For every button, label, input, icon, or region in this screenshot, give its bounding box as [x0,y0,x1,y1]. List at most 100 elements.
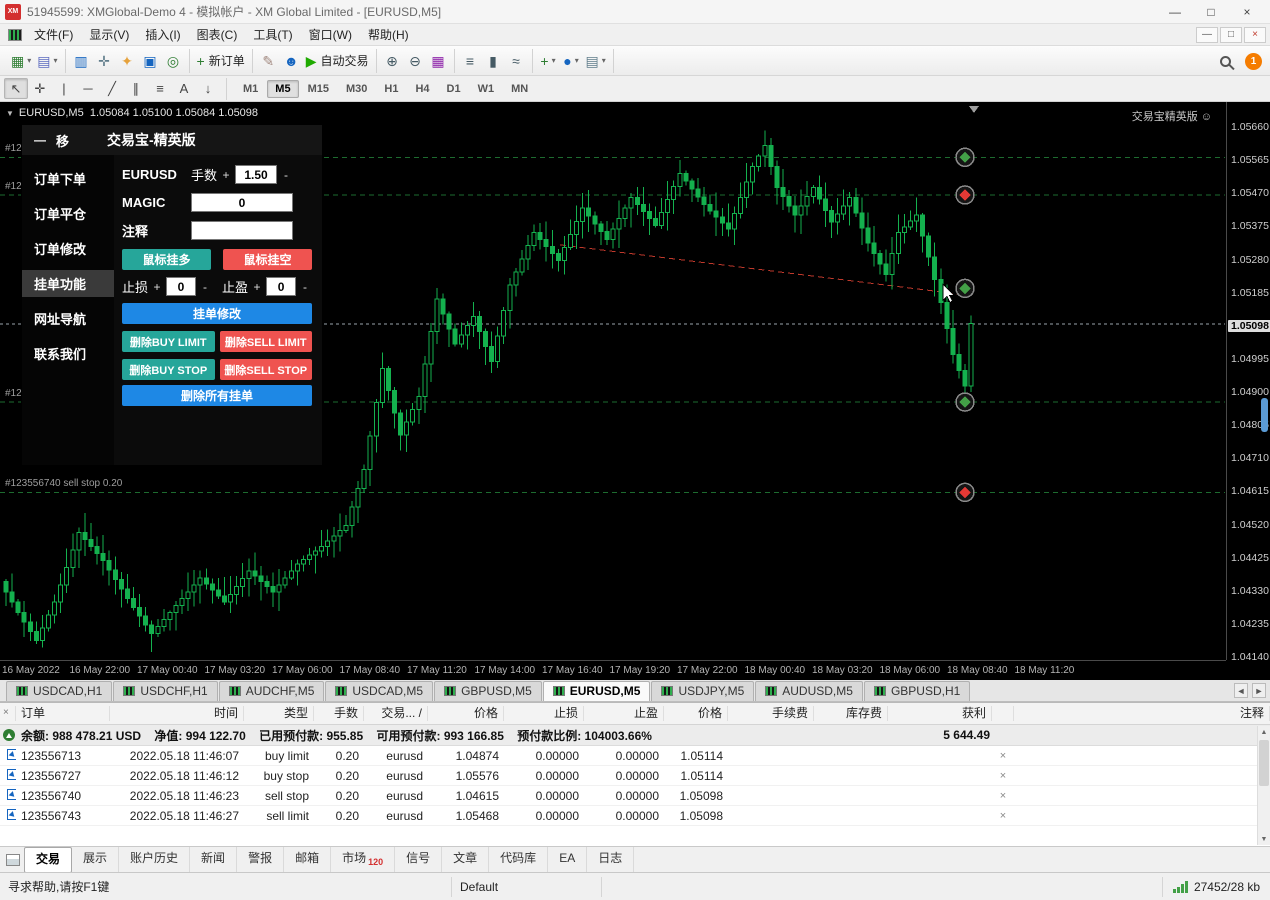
takeprofit-input[interactable] [266,277,296,296]
scroll-down-icon[interactable]: ▼ [1258,833,1270,845]
scroll-up-icon[interactable]: ▲ [1258,726,1270,738]
terminal-tab-7[interactable]: 信号 [395,847,442,873]
panel-menu-item-5[interactable]: 联系我们 [22,340,114,367]
terminal-column-header[interactable]: 手数 [314,706,364,721]
menubar-item-1[interactable]: 显示(V) [81,24,137,45]
terminal-close-button[interactable]: × [3,707,9,718]
terminal-column-header[interactable]: 订单 [16,706,110,721]
timeframe-w1-button[interactable]: W1 [470,80,503,98]
channel-icon[interactable]: ∥ [124,78,148,99]
text-icon[interactable]: A [172,78,196,99]
terminal-column-header[interactable]: 交易... / [364,706,428,721]
mdi-restore-button[interactable]: □ [1220,27,1242,43]
delete-sell-stop-button[interactable]: 删除SELL STOP [220,359,313,380]
price-scale[interactable]: 1.056601.055651.054701.053751.052801.051… [1226,102,1270,660]
panel-move-handle[interactable]: 移 [56,131,69,150]
zoom-out-button[interactable]: ⊖ [404,49,427,72]
templates-button[interactable]: ▤▾ [583,49,609,72]
terminal-column-header[interactable]: 止损 [504,706,584,721]
lots-increase-button[interactable]: + [222,168,230,182]
chart-scrollbar-thumb[interactable] [1261,398,1268,432]
terminal-scrollbar[interactable]: ▲ ▼ [1257,726,1270,845]
new-order-button[interactable]: +新订单 [194,49,248,72]
terminal-tab-1[interactable]: 展示 [72,847,119,873]
tile-windows-button[interactable]: ▦ [427,49,450,72]
scrollbar-thumb[interactable] [1259,740,1269,786]
mdi-minimize-button[interactable]: — [1196,27,1218,43]
modify-pending-button[interactable]: 挂单修改 [122,303,312,324]
menubar-item-2[interactable]: 插入(I) [137,24,188,45]
menubar-item-5[interactable]: 窗口(W) [301,24,360,45]
minimize-button[interactable]: — [1157,2,1193,22]
stoploss-input[interactable] [166,277,196,296]
tabs-scroll-right-button[interactable]: ► [1252,683,1266,698]
menubar-item-3[interactable]: 图表(C) [189,24,246,45]
stoploss-increase-button[interactable]: + [153,280,161,294]
terminal-tab-0[interactable]: 交易 [24,847,72,873]
maximize-button[interactable]: □ [1193,2,1229,22]
chart-tab-audchf-m5[interactable]: AUDCHF,M5 [219,681,325,701]
timeframe-mn-button[interactable]: MN [503,80,536,98]
delete-sell-limit-button[interactable]: 删除SELL LIMIT [220,331,313,352]
terminal-tab-10[interactable]: EA [548,847,587,873]
terminal-button[interactable]: ▣ [139,49,162,72]
delete-buy-limit-button[interactable]: 删除BUY LIMIT [122,331,215,352]
terminal-tab-9[interactable]: 代码库 [489,847,548,873]
chart-tab-eurusd-m5[interactable]: EURUSD,M5 [543,681,651,701]
panel-menu-item-1[interactable]: 订单平仓 [22,200,114,227]
terminal-tab-11[interactable]: 日志 [587,847,634,873]
menubar-item-6[interactable]: 帮助(H) [360,24,417,45]
horizontal-line-icon[interactable]: ─ [76,78,100,99]
delete-all-pending-button[interactable]: 删除所有挂单 [122,385,312,406]
panel-minimize-button[interactable]: — [34,133,46,147]
magic-input[interactable] [191,193,293,212]
terminal-column-header[interactable]: 价格 [664,706,728,721]
experts-button[interactable]: ☻ [280,49,303,72]
menubar-item-4[interactable]: 工具(T) [245,24,300,45]
crosshair-icon[interactable]: ✛ [28,78,52,99]
stoploss-decrease-button[interactable]: - [201,280,209,294]
chart-tab-gbpusd-h1[interactable]: GBPUSD,H1 [864,681,970,701]
search-icon[interactable] [1220,56,1231,67]
terminal-tab-3[interactable]: 新闻 [190,847,237,873]
new-chart-button[interactable]: ▦▾ [8,49,34,72]
panel-menu-item-0[interactable]: 订单下单 [22,165,114,192]
takeprofit-decrease-button[interactable]: - [301,280,309,294]
mouse-buy-pending-button[interactable]: 鼠标挂多 [122,249,211,270]
timeframe-h4-button[interactable]: H4 [407,80,437,98]
panel-menu-item-3[interactable]: 挂单功能 [22,270,114,297]
terminal-column-header[interactable]: 止盈 [584,706,664,721]
takeprofit-increase-button[interactable]: + [253,280,261,294]
timeframe-m30-button[interactable]: M30 [338,80,375,98]
tabs-scroll-left-button[interactable]: ◄ [1234,683,1248,698]
data-window-button[interactable]: ✛ [93,49,116,72]
chart-tab-usdjpy-m5[interactable]: USDJPY,M5 [651,681,754,701]
terminal-tab-4[interactable]: 警报 [237,847,284,873]
cursor-icon[interactable]: ↖ [4,78,28,99]
terminal-tab-8[interactable]: 文章 [442,847,489,873]
timeframe-h1-button[interactable]: H1 [376,80,406,98]
zoom-in-button[interactable]: ⊕ [381,49,404,72]
timeframe-m15-button[interactable]: M15 [300,80,337,98]
mdi-close-button[interactable]: × [1244,27,1266,43]
terminal-column-header[interactable]: 手续费 [728,706,814,721]
timeframe-m5-button[interactable]: M5 [267,80,298,98]
comment-input[interactable] [191,221,293,240]
terminal-column-header[interactable]: 类型 [244,706,314,721]
bars-chart-button[interactable]: ≡ [459,49,482,72]
metaeditor-button[interactable]: ✎ [257,49,280,72]
lots-decrease-button[interactable]: - [282,168,290,182]
terminal-tab-2[interactable]: 账户历史 [119,847,190,873]
line-chart-button[interactable]: ≈ [505,49,528,72]
status-profile[interactable]: Default [452,877,602,897]
timeframe-d1-button[interactable]: D1 [439,80,469,98]
trendline-icon[interactable]: ╱ [100,78,124,99]
terminal-column-header[interactable]: 时间 [110,706,244,721]
timeframe-m1-button[interactable]: M1 [235,80,266,98]
panel-menu-item-2[interactable]: 订单修改 [22,235,114,262]
order-close-button[interactable]: × [992,790,1014,802]
terminal-column-header[interactable]: 注释 [1014,706,1270,721]
terminal-tab-5[interactable]: 邮箱 [284,847,331,873]
delete-buy-stop-button[interactable]: 删除BUY STOP [122,359,215,380]
terminal-column-header[interactable]: 库存费 [814,706,888,721]
